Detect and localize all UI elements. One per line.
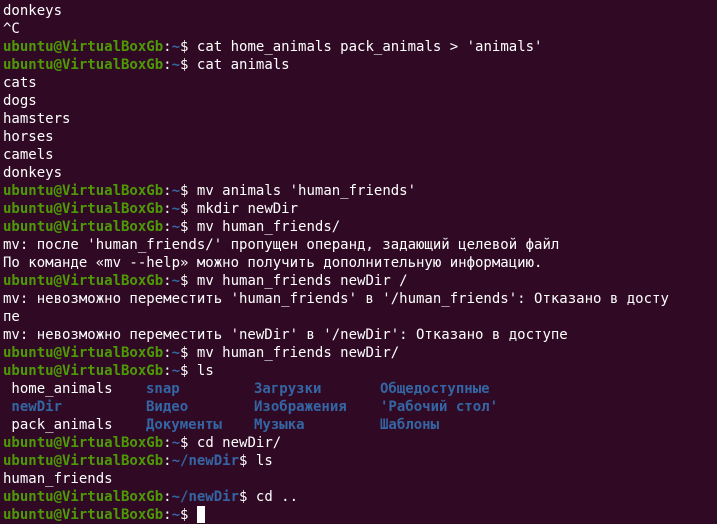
command-text: cat home_animals pack_animals > 'animals… bbox=[188, 39, 543, 55]
output-line: human_friends bbox=[3, 471, 113, 487]
command-text: cd .. bbox=[247, 489, 299, 505]
text-cursor bbox=[196, 506, 205, 523]
error-line: mv: невозможно переместить 'human_friend… bbox=[3, 291, 669, 307]
output-line: horses bbox=[3, 129, 54, 145]
command-text: mv human_friends newDir / bbox=[188, 273, 408, 289]
command-text: ls bbox=[188, 363, 214, 379]
prompt-user: ubuntu@VirtualBoxGb bbox=[3, 507, 164, 523]
ls-output-row: pack_animals Документы Музыка Шаблоны bbox=[3, 416, 717, 434]
prompt-colon: : bbox=[163, 507, 172, 523]
prompt-path: ~ bbox=[171, 273, 181, 289]
prompt-path: ~ bbox=[171, 435, 181, 451]
prompt-user: ubuntu@VirtualBoxGb bbox=[3, 57, 164, 73]
ls-entry-file: home_animals bbox=[3, 381, 113, 397]
prompt-line: ubuntu@VirtualBoxGb:~$ cat animals bbox=[3, 56, 717, 74]
output-line: dogs bbox=[3, 93, 37, 109]
command-text: cd newDir/ bbox=[188, 435, 282, 451]
ls-entry-directory: 'Рабочий стол' bbox=[380, 399, 499, 415]
prompt-colon: : bbox=[163, 273, 172, 289]
prompt-colon: : bbox=[163, 435, 172, 451]
ls-entry-directory: snap bbox=[146, 381, 180, 397]
terminal-window[interactable]: donkeys ^C ubuntu@VirtualBoxGb:~$ cat ho… bbox=[0, 0, 717, 523]
prompt-user: ubuntu@VirtualBoxGb bbox=[3, 363, 164, 379]
ls-entry-directory: Изображения bbox=[254, 399, 347, 415]
prompt-path: ~ bbox=[171, 219, 181, 235]
prompt-user: ubuntu@VirtualBoxGb bbox=[3, 39, 164, 55]
output-line: camels bbox=[3, 147, 54, 163]
prompt-line: ubuntu@VirtualBoxGb:~$ cd newDir/ bbox=[3, 434, 717, 452]
prompt-line: ubuntu@VirtualBoxGb:~$ mv human_friends/ bbox=[3, 218, 717, 236]
error-line: mv: невозможно переместить 'newDir' в '/… bbox=[3, 327, 568, 343]
prompt-user: ubuntu@VirtualBoxGb bbox=[3, 201, 164, 217]
output-line: ^C bbox=[3, 21, 20, 37]
prompt-colon: : bbox=[163, 201, 172, 217]
ls-output-row: newDir Видео Изображения 'Рабочий стол' bbox=[3, 398, 717, 416]
prompt-path: ~ bbox=[171, 201, 181, 217]
prompt-line: ubuntu@VirtualBoxGb:~$ mv human_friends … bbox=[3, 344, 717, 362]
prompt-line: ubuntu@VirtualBoxGb:~$ mv animals 'human… bbox=[3, 182, 717, 200]
command-input[interactable] bbox=[188, 507, 196, 523]
prompt-line: ubuntu@VirtualBoxGb:~$ mv human_friends … bbox=[3, 272, 717, 290]
output-line: donkeys bbox=[3, 3, 63, 19]
active-prompt-line[interactable]: ubuntu@VirtualBoxGb:~$ bbox=[3, 506, 717, 524]
prompt-user: ubuntu@VirtualBoxGb bbox=[3, 453, 164, 469]
prompt-colon: : bbox=[163, 219, 172, 235]
prompt-line: ubuntu@VirtualBoxGb:~/newDir$ cd .. bbox=[3, 488, 717, 506]
prompt-colon: : bbox=[163, 453, 172, 469]
prompt-user: ubuntu@VirtualBoxGb bbox=[3, 489, 164, 505]
prompt-user: ubuntu@VirtualBoxGb bbox=[3, 435, 164, 451]
ls-entry-directory: Документы bbox=[146, 417, 222, 433]
prompt-colon: : bbox=[163, 57, 172, 73]
prompt-colon: : bbox=[163, 183, 172, 199]
ls-output-row: home_animals snap Загрузки Общедоступные bbox=[3, 380, 717, 398]
prompt-line: ubuntu@VirtualBoxGb:~$ cat home_animals … bbox=[3, 38, 717, 56]
prompt-path: ~/newDir bbox=[171, 489, 240, 505]
prompt-path: ~ bbox=[171, 39, 181, 55]
prompt-user: ubuntu@VirtualBoxGb bbox=[3, 219, 164, 235]
prompt-line: ubuntu@VirtualBoxGb:~$ mkdir newDir bbox=[3, 200, 717, 218]
prompt-user: ubuntu@VirtualBoxGb bbox=[3, 345, 164, 361]
command-text: cat animals bbox=[188, 57, 290, 73]
ls-entry-directory: newDir bbox=[3, 399, 63, 415]
prompt-colon: : bbox=[163, 345, 172, 361]
ls-entry-directory: Шаблоны bbox=[380, 417, 440, 433]
ls-entry-directory: Музыка bbox=[254, 417, 305, 433]
ls-entry-file: pack_animals bbox=[3, 417, 113, 433]
command-text: ls bbox=[247, 453, 273, 469]
prompt-line: ubuntu@VirtualBoxGb:~/newDir$ ls bbox=[3, 452, 717, 470]
output-line: По команде «mv --help» можно получить до… bbox=[3, 255, 543, 271]
prompt-user: ubuntu@VirtualBoxGb bbox=[3, 183, 164, 199]
command-text: mv human_friends/ bbox=[188, 219, 341, 235]
prompt-path: ~/newDir bbox=[171, 453, 240, 469]
prompt-colon: : bbox=[163, 39, 172, 55]
prompt-user: ubuntu@VirtualBoxGb bbox=[3, 273, 164, 289]
prompt-path: ~ bbox=[171, 363, 181, 379]
prompt-path: ~ bbox=[171, 183, 181, 199]
error-line: mv: после 'human_friends/' пропущен опер… bbox=[3, 237, 560, 253]
output-line: cats bbox=[3, 75, 37, 91]
command-text: mv animals 'human_friends' bbox=[188, 183, 417, 199]
prompt-line: ubuntu@VirtualBoxGb:~$ ls bbox=[3, 362, 717, 380]
command-text: mkdir newDir bbox=[188, 201, 299, 217]
output-line: donkeys bbox=[3, 165, 63, 181]
prompt-path: ~ bbox=[171, 57, 181, 73]
output-line: hamsters bbox=[3, 111, 71, 127]
prompt-path: ~ bbox=[171, 345, 181, 361]
prompt-path: ~ bbox=[171, 507, 181, 523]
ls-entry-directory: Общедоступные bbox=[380, 381, 490, 397]
prompt-colon: : bbox=[163, 363, 172, 379]
ls-entry-directory: Загрузки bbox=[254, 381, 322, 397]
ls-entry-directory: Видео bbox=[146, 399, 189, 415]
command-text: mv human_friends newDir/ bbox=[188, 345, 400, 361]
error-line: пе bbox=[3, 309, 20, 325]
prompt-colon: : bbox=[163, 489, 172, 505]
